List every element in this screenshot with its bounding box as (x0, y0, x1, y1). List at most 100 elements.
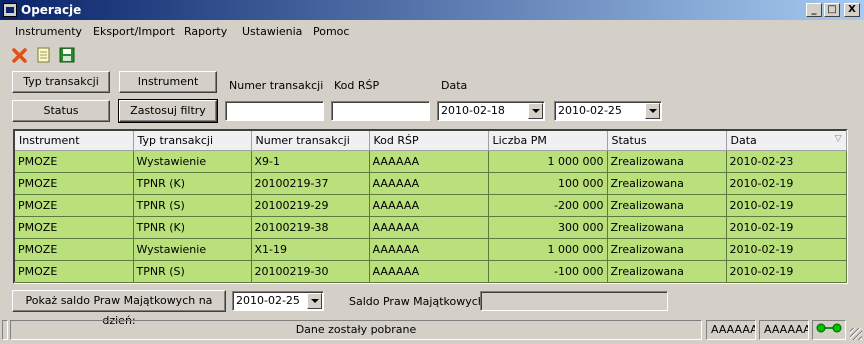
cell-status: Zrealizowana (607, 260, 727, 283)
cell-instrument: PMOZE (15, 150, 134, 173)
table-row[interactable]: PMOZE TPNR (S) 20100219-29 AAAAAA -200 0… (15, 194, 847, 217)
cell-instrument: PMOZE (15, 216, 134, 239)
column-header-instrument[interactable]: Instrument (15, 131, 134, 151)
app-icon (3, 3, 17, 17)
chevron-down-icon[interactable] (528, 103, 543, 119)
cell-instrument: PMOZE (15, 260, 134, 283)
table-row[interactable]: PMOZE Wystawienie X1-19 AAAAAA 1 000 000… (15, 238, 847, 261)
cell-pm-count: 100 000 (488, 172, 608, 195)
cell-date: 2010-02-19 (726, 216, 847, 239)
cell-date: 2010-02-19 (726, 194, 847, 217)
cell-pm-count: -200 000 (488, 194, 608, 217)
balance-date-value: 2010-02-25 (236, 294, 300, 307)
cell-transaction-type: Wystawienie (133, 238, 252, 261)
cell-transaction-number: 20100219-38 (251, 216, 370, 239)
table-row[interactable]: PMOZE TPNR (K) 20100219-37 AAAAAA 100 00… (15, 172, 847, 195)
column-header-status[interactable]: Status (607, 131, 727, 151)
date-to-value: 2010-02-25 (558, 104, 622, 117)
status-user-2: AAAAAA (759, 320, 809, 340)
menu-instrumenty[interactable]: Instrumenty (15, 25, 82, 38)
cell-transaction-type: Wystawienie (133, 150, 252, 173)
menu-ustawienia[interactable]: Ustawienia (242, 25, 302, 38)
menu-pomoc[interactable]: Pomoc (313, 25, 349, 38)
sort-arrow-icon: ▽ (834, 133, 842, 144)
column-header-transaction-number[interactable]: Numer transakcji (251, 131, 370, 151)
date-from-select[interactable]: 2010-02-18 (437, 101, 545, 121)
table-header-row: Instrument Typ transakcji Numer transakc… (15, 131, 847, 151)
delete-icon[interactable] (11, 46, 29, 64)
balance-label: Saldo Praw Majątkowych: (349, 295, 489, 308)
table-row[interactable]: PMOZE Wystawienie X9-1 AAAAAA 1 000 000 … (15, 150, 847, 173)
toolbar (0, 44, 864, 66)
connection-status-icon (812, 320, 846, 340)
cell-transaction-number: X9-1 (251, 150, 370, 173)
minimize-button[interactable]: _ (806, 3, 822, 17)
cell-transaction-number: 20100219-30 (251, 260, 370, 283)
cell-status: Zrealizowana (607, 150, 727, 173)
cell-pm-count: 1 000 000 (488, 238, 608, 261)
cell-instrument: PMOZE (15, 172, 134, 195)
balance-date-select[interactable]: 2010-02-25 (232, 291, 324, 311)
cell-status: Zrealizowana (607, 172, 727, 195)
cell-pm-count: 300 000 (488, 216, 608, 239)
save-icon[interactable] (58, 46, 76, 64)
date-from-value: 2010-02-18 (441, 104, 505, 117)
cell-instrument: PMOZE (15, 238, 134, 261)
table-row[interactable]: PMOZE TPNR (K) 20100219-38 AAAAAA 300 00… (15, 216, 847, 239)
close-button[interactable]: X (844, 3, 860, 17)
window-title: Operacje (21, 3, 82, 17)
column-header-date[interactable]: Data ▽ (726, 131, 847, 151)
status-message: Dane zostały pobrane (10, 320, 702, 340)
cell-transaction-type: TPNR (S) (133, 194, 252, 217)
cell-rsp-code: AAAAAA (369, 260, 489, 283)
cell-rsp-code: AAAAAA (369, 194, 489, 217)
cell-rsp-code: AAAAAA (369, 216, 489, 239)
cell-status: Zrealizowana (607, 238, 727, 261)
cell-transaction-number: 20100219-37 (251, 172, 370, 195)
cell-transaction-type: TPNR (K) (133, 172, 252, 195)
status-button[interactable]: Status (12, 100, 110, 122)
column-header-pm-count[interactable]: Liczba PM (488, 131, 608, 151)
column-header-rsp-code[interactable]: Kod RŚP (369, 131, 489, 151)
rsp-code-input[interactable] (331, 101, 430, 121)
column-header-date-label: Data (730, 133, 757, 147)
cell-instrument: PMOZE (15, 194, 134, 217)
column-header-transaction-type[interactable]: Typ transakcji (133, 131, 252, 151)
cell-date: 2010-02-23 (726, 150, 847, 173)
cell-transaction-number: X1-19 (251, 238, 370, 261)
transaction-number-input[interactable] (225, 101, 324, 121)
balance-value-field (480, 291, 668, 311)
maximize-button[interactable]: □ (824, 3, 840, 17)
cell-date: 2010-02-19 (726, 238, 847, 261)
show-balance-button[interactable]: Pokaż saldo Praw Majątkowych na dzień: (12, 290, 226, 327)
status-panel-grip (2, 320, 8, 340)
document-icon[interactable] (35, 46, 53, 64)
rsp-code-label: Kod RŚP (334, 79, 380, 92)
transactions-grid[interactable]: Instrument Typ transakcji Numer transakc… (13, 129, 848, 284)
apply-filters-button[interactable]: Zastosuj filtry (118, 99, 218, 123)
chevron-down-icon[interactable] (307, 293, 322, 309)
resize-grip-icon[interactable] (850, 328, 862, 340)
cell-date: 2010-02-19 (726, 172, 847, 195)
title-bar[interactable]: Operacje _ □ X (0, 0, 864, 20)
table-row[interactable]: PMOZE TPNR (S) 20100219-30 AAAAAA -100 0… (15, 260, 847, 283)
chevron-down-icon[interactable] (645, 103, 660, 119)
menu-raporty[interactable]: Raporty (184, 25, 227, 38)
date-to-select[interactable]: 2010-02-25 (554, 101, 662, 121)
cell-rsp-code: AAAAAA (369, 172, 489, 195)
menu-bar: Instrumenty Eksport/Import Raporty Ustaw… (0, 20, 864, 42)
transactions-table: Instrument Typ transakcji Numer transakc… (15, 131, 847, 283)
cell-rsp-code: AAAAAA (369, 150, 489, 173)
instrument-button[interactable]: Instrument (119, 71, 217, 93)
cell-transaction-number: 20100219-29 (251, 194, 370, 217)
operations-window: Operacje _ □ X Instrumenty Eksport/Impor… (0, 0, 864, 344)
menu-eksport-import[interactable]: Eksport/Import (93, 25, 175, 38)
date-label: Data (441, 79, 468, 92)
cell-date: 2010-02-19 (726, 260, 847, 283)
status-bar: Dane zostały pobrane AAAAAA AAAAAA (0, 318, 864, 342)
cell-pm-count: 1 000 000 (488, 150, 608, 173)
cell-rsp-code: AAAAAA (369, 238, 489, 261)
cell-status: Zrealizowana (607, 216, 727, 239)
transaction-type-button[interactable]: Typ transakcji (12, 71, 110, 93)
cell-transaction-type: TPNR (S) (133, 260, 252, 283)
